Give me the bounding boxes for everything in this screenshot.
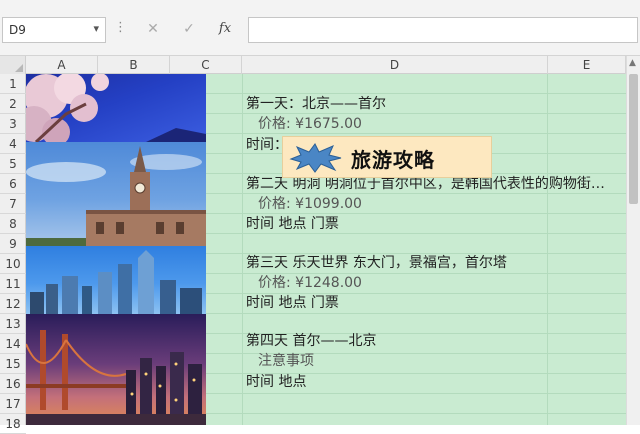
insert-function-icon[interactable]: fx [212, 18, 238, 40]
row-header[interactable]: 18 [0, 414, 26, 434]
scroll-up-icon[interactable]: ▲ [629, 58, 636, 68]
cell-d16[interactable]: 时间 地点 [246, 371, 306, 391]
row-header[interactable]: 5 [0, 154, 26, 174]
more-options-icon[interactable]: ⋮ [114, 20, 127, 35]
cancel-icon[interactable]: ✕ [140, 18, 166, 40]
column-headers: A B C D E [0, 56, 640, 74]
row-header[interactable]: 15 [0, 354, 26, 374]
column-header-a[interactable]: A [26, 56, 98, 74]
row-header[interactable]: 4 [0, 134, 26, 154]
cherry-blossom-photo[interactable] [26, 74, 206, 142]
clock-tower-photo[interactable] [26, 142, 206, 246]
row-header[interactable]: 17 [0, 394, 26, 414]
row-header[interactable]: 16 [0, 374, 26, 394]
row-header[interactable]: 6 [0, 174, 26, 194]
column-header-d[interactable]: D [242, 56, 548, 74]
worksheet-grid[interactable]: 第一天：北京——首尔 价格: ¥1675.00 时间： 第二天 明洞 明洞位于首… [26, 74, 626, 425]
cell-d15[interactable]: 注意事项 [258, 350, 314, 370]
cell-d10[interactable]: 第三天 乐天世界 东大门，景福宫，首尔塔 [246, 252, 507, 272]
confirm-icon[interactable]: ✓ [176, 18, 202, 40]
column-header-e[interactable]: E [548, 56, 626, 74]
scrollbar-thumb[interactable] [629, 74, 638, 204]
name-box-value: D9 [9, 23, 26, 37]
cell-d2[interactable]: 第一天：北京——首尔 [246, 93, 386, 113]
cell-d7[interactable]: 价格: ¥1099.00 [258, 193, 362, 213]
row-header[interactable]: 2 [0, 94, 26, 114]
column-header-b[interactable]: B [98, 56, 170, 74]
formula-bar: D9 ▾ ⋮ ✕ ✓ fx [0, 0, 640, 56]
city-skyline-photo[interactable] [26, 246, 206, 314]
row-header[interactable]: 7 [0, 194, 26, 214]
row-header[interactable]: 8 [0, 214, 26, 234]
title-shape-text: 旅游攻略 [351, 148, 435, 172]
cell-d14[interactable]: 第四天 首尔——北京 [246, 330, 376, 350]
row-header[interactable]: 9 [0, 234, 26, 254]
vertical-scrollbar[interactable]: ▲ [626, 56, 640, 425]
cell-d11[interactable]: 价格: ¥1248.00 [258, 272, 362, 292]
name-box[interactable]: D9 ▾ [2, 17, 106, 43]
chevron-down-icon[interactable]: ▾ [93, 22, 99, 35]
row-header[interactable]: 12 [0, 294, 26, 314]
star-burst-icon [289, 143, 342, 173]
cell-d8[interactable]: 时间 地点 门票 [246, 213, 339, 233]
column-header-c[interactable]: C [170, 56, 242, 74]
row-header[interactable]: 1 [0, 74, 26, 94]
row-header[interactable]: 11 [0, 274, 26, 294]
cell-d3[interactable]: 价格: ¥1675.00 [258, 113, 362, 133]
title-shape[interactable]: 旅游攻略 [282, 136, 492, 178]
row-header[interactable]: 3 [0, 114, 26, 134]
cell-d12[interactable]: 时间 地点 门票 [246, 292, 339, 312]
select-all-button[interactable] [0, 56, 26, 74]
formula-input[interactable] [248, 17, 638, 43]
row-header[interactable]: 13 [0, 314, 26, 334]
bridge-night-photo[interactable] [26, 314, 206, 425]
row-header[interactable]: 14 [0, 334, 26, 354]
row-header[interactable]: 10 [0, 254, 26, 274]
row-headers: 1 2 3 4 5 6 7 8 9 10 11 12 13 14 15 16 1… [0, 74, 26, 434]
